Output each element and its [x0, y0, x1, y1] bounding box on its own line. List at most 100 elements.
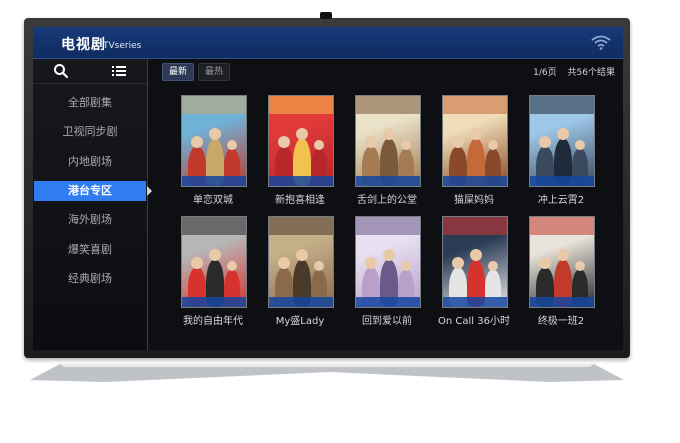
result-count: 共56个结果 [567, 68, 615, 78]
poster-title: 终极一班2 [537, 316, 585, 327]
poster-title: My盛Lady [275, 316, 325, 327]
poster-face [365, 257, 377, 269]
poster-image [181, 216, 247, 308]
poster-face [278, 257, 290, 269]
tab-hottest[interactable]: 最热 [198, 63, 231, 81]
poster-card[interactable]: 冲上云霄2 [524, 95, 598, 209]
wifi-icon [591, 35, 611, 50]
poster-card[interactable]: 舌剑上的公堂 [350, 95, 424, 209]
sidebar-item-2[interactable]: 内地剧场 [33, 152, 147, 172]
poster-title-band [269, 96, 333, 114]
poster-title-band [356, 96, 420, 114]
poster-face [209, 128, 221, 140]
app-subtitle: TVseries [103, 41, 142, 51]
poster-title: 猫屎妈妈 [454, 195, 494, 206]
poster-title-band [443, 217, 507, 235]
poster-face [314, 261, 324, 271]
tab-latest[interactable]: 最新 [162, 63, 195, 81]
poster-card[interactable]: On Call 36小时 [437, 216, 511, 330]
poster-title: 新抱喜相逢 [275, 195, 325, 206]
poster-title-band [443, 96, 507, 114]
poster-badge [443, 297, 507, 307]
poster-face [575, 261, 585, 271]
poster-title: 舌剑上的公堂 [357, 195, 417, 206]
poster-title-band [530, 96, 594, 114]
poster-title: 冲上云霄2 [537, 195, 585, 206]
poster-title: 回到爱以前 [362, 316, 412, 327]
sidebar-item-3[interactable]: 港台专区 [34, 180, 146, 201]
sidebar-item-6[interactable]: 经典剧场 [33, 269, 147, 289]
poster-title: On Call 36小时 [438, 316, 510, 327]
list-icon[interactable] [109, 62, 129, 80]
sidebar-item-0[interactable]: 全部剧集 [33, 93, 147, 113]
poster-badge [356, 176, 420, 186]
sidebar-item-4[interactable]: 海外剧场 [33, 210, 147, 230]
category-sidebar: 全部剧集卫视同步剧内地剧场港台专区海外剧场爆笑喜剧经典剧场 [33, 59, 152, 350]
poster-face [401, 140, 411, 150]
tv-stand [30, 364, 624, 382]
poster-face [575, 140, 585, 150]
poster-face [401, 261, 411, 271]
tv-screen: 电视剧 TVseries 全部剧集 卫视同步剧 内地剧场 港台专区 海外剧场 爆笑喜 [33, 27, 623, 350]
poster-face [296, 128, 308, 140]
poster-face [557, 249, 569, 261]
poster-card[interactable]: 新抱喜相逢 [263, 95, 337, 209]
poster-face [539, 136, 551, 148]
poster-badge [356, 297, 420, 307]
poster-image [442, 216, 508, 308]
poster-image [442, 95, 508, 187]
poster-face [314, 140, 324, 150]
poster-title-band [356, 217, 420, 235]
poster-badge [182, 297, 246, 307]
poster-face [383, 128, 395, 140]
page-indicator: 1/6页 [533, 68, 557, 78]
poster-face [227, 261, 237, 271]
search-icon[interactable] [51, 62, 71, 80]
poster-face [365, 136, 377, 148]
poster-title: 我的自由年代 [183, 316, 243, 327]
poster-image [529, 95, 595, 187]
poster-card[interactable]: 单恋双城 [176, 95, 250, 209]
poster-image [181, 95, 247, 187]
poster-face [227, 140, 237, 150]
poster-face [452, 136, 464, 148]
poster-badge [530, 297, 594, 307]
poster-face [539, 257, 551, 269]
poster-badge [269, 297, 333, 307]
poster-card[interactable]: 我的自由年代 [176, 216, 250, 330]
poster-title-band [182, 96, 246, 114]
poster-card[interactable]: My盛Lady [263, 216, 337, 330]
poster-image [355, 216, 421, 308]
poster-card[interactable]: 猫屎妈妈 [437, 95, 511, 209]
poster-card[interactable]: 终极一班2 [524, 216, 598, 330]
poster-face [278, 136, 290, 148]
app-header: 电视剧 TVseries [33, 27, 623, 59]
poster-title: 单恋双城 [193, 195, 233, 206]
poster-badge [182, 176, 246, 186]
poster-face [209, 249, 221, 261]
poster-face [488, 140, 498, 150]
poster-title-band [269, 217, 333, 235]
poster-face [488, 261, 498, 271]
app-title: 电视剧 [61, 37, 106, 53]
poster-badge [443, 176, 507, 186]
poster-face [470, 128, 482, 140]
poster-face [191, 257, 203, 269]
tv-camera [320, 12, 332, 19]
poster-title-band [182, 217, 246, 235]
poster-face [383, 249, 395, 261]
poster-image [355, 95, 421, 187]
poster-face [191, 136, 203, 148]
poster-badge [530, 176, 594, 186]
poster-title-band [530, 217, 594, 235]
sidebar-item-1[interactable]: 卫视同步剧 [33, 122, 147, 142]
poster-image [529, 216, 595, 308]
poster-card[interactable]: 回到爱以前 [350, 216, 424, 330]
poster-face [452, 257, 464, 269]
sidebar-item-5[interactable]: 爆笑喜剧 [33, 240, 147, 260]
poster-image [268, 216, 334, 308]
poster-face [557, 128, 569, 140]
sidebar-toolbar [33, 59, 147, 84]
poster-face [296, 249, 308, 261]
pagination-info: 1/6页 共56个结果 [525, 65, 615, 78]
